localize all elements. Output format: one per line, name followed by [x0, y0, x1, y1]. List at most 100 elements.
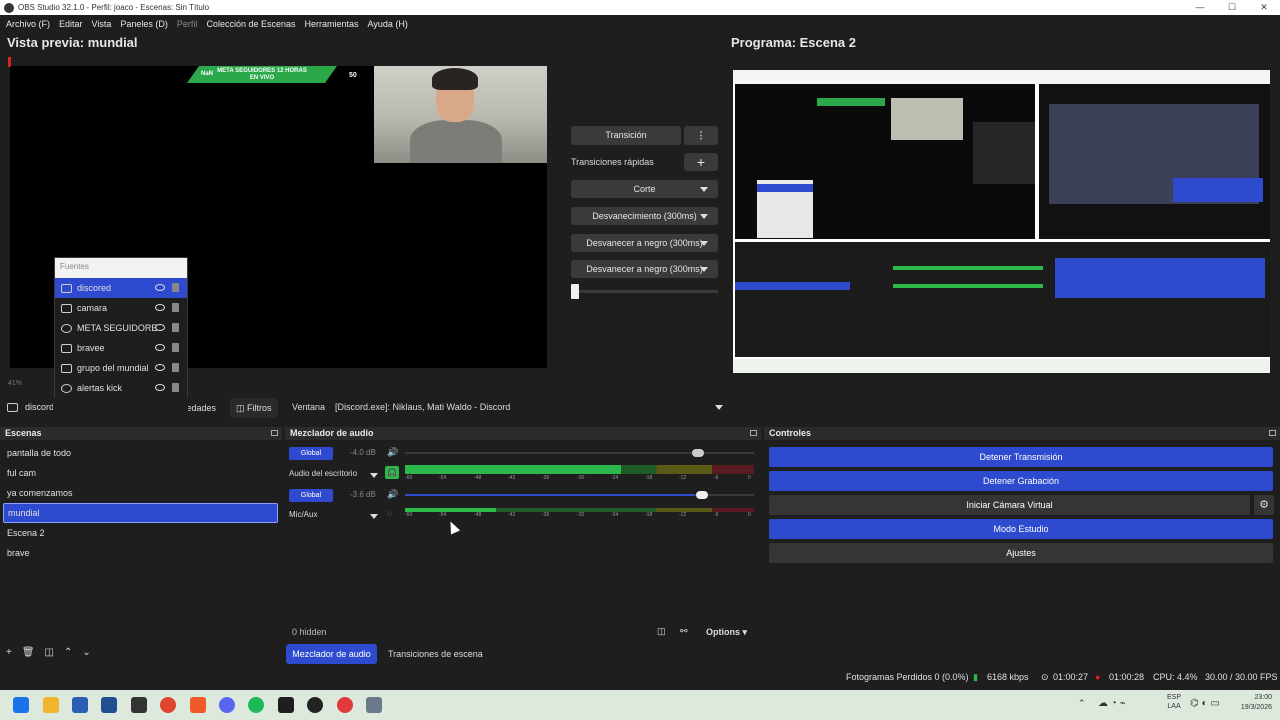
eye-icon[interactable] [155, 384, 165, 391]
quick-transition-fade-black-2[interactable]: Desvanecer a negro (300ms) [571, 260, 718, 278]
popout-icon[interactable] [271, 430, 278, 436]
tbar-handle[interactable] [571, 284, 579, 299]
tab-scene-transitions[interactable]: Transiciones de escena [388, 649, 483, 659]
eye-icon[interactable] [155, 324, 165, 331]
lock-icon[interactable] [172, 323, 179, 332]
lock-icon[interactable] [172, 283, 179, 292]
chevron-up-icon[interactable]: ⌃ [1078, 698, 1086, 709]
source-item[interactable]: grupo del mundial [55, 358, 187, 378]
eye-icon[interactable] [155, 284, 165, 291]
stop-recording-button[interactable]: Detener Grabación [769, 471, 1273, 491]
lock-icon[interactable] [172, 383, 179, 392]
speaker-icon[interactable]: 🔊 [387, 489, 398, 500]
eye-icon[interactable] [155, 304, 165, 311]
add-transition-icon[interactable]: + [684, 153, 718, 171]
stop-stream-button[interactable]: Detener Transmisión [769, 447, 1273, 467]
virtual-camera-button[interactable]: Iniciar Cámara Virtual [769, 495, 1250, 515]
studio-mode-button[interactable]: Modo Estudio [769, 519, 1273, 539]
lock-icon[interactable] [172, 363, 179, 372]
filter-icon[interactable]: ◫ [45, 647, 54, 658]
maximize-button[interactable]: ☐ [1216, 0, 1248, 15]
capcut-icon[interactable] [131, 697, 147, 713]
tab-audio-mixer[interactable]: Mezclador de audio [286, 644, 377, 664]
source-item[interactable]: camara [55, 298, 187, 318]
tbar-track[interactable] [571, 290, 718, 293]
settings-app-icon[interactable] [366, 697, 382, 713]
obs-alt-icon[interactable] [307, 697, 323, 713]
chevron-down-icon[interactable] [370, 470, 378, 480]
menu-archivo[interactable]: Archivo (F) [6, 19, 50, 29]
popout-icon[interactable] [750, 430, 757, 436]
windows-start-icon[interactable] [13, 697, 29, 713]
lock-icon[interactable] [172, 343, 179, 352]
record-icon: ● [1095, 672, 1101, 682]
chevron-down-icon[interactable] [370, 511, 378, 521]
menu-coleccion[interactable]: Colección de Escenas [206, 19, 295, 29]
menu-vista[interactable]: Vista [92, 19, 112, 29]
obs-taskbar-icon[interactable] [278, 697, 294, 713]
monitor-off-icon[interactable]: ◌ [387, 509, 392, 518]
chrome-icon[interactable] [160, 697, 176, 713]
settings-button[interactable]: Ajustes [769, 543, 1273, 563]
file-explorer-icon[interactable] [43, 697, 59, 713]
eye-icon[interactable] [155, 364, 165, 371]
quick-transition-fade[interactable]: Desvanecimiento (300ms) [571, 207, 718, 225]
source-item[interactable]: discored [55, 278, 187, 298]
channel-name: Audio del escritorio [289, 469, 358, 478]
lock-icon[interactable] [172, 303, 179, 312]
language-indicator[interactable]: ESP LAA [1167, 693, 1181, 711]
popout-icon[interactable] [1269, 430, 1276, 436]
properties-button[interactable]: Propiedades [188, 398, 216, 418]
brave-icon[interactable] [190, 697, 206, 713]
clock[interactable]: 23:00 19/3/2026 [1228, 693, 1272, 713]
menu-paneles[interactable]: Paneles (D) [120, 19, 168, 29]
scene-item[interactable]: brave [0, 543, 282, 563]
calculator-icon[interactable] [72, 697, 88, 713]
quick-transition-fade-black[interactable]: Desvanecer a negro (300ms) [571, 234, 718, 252]
menu-herramientas[interactable]: Herramientas [305, 19, 359, 29]
quick-transition-cut[interactable]: Corte [571, 180, 718, 198]
scene-item[interactable]: ya comenzamos [0, 483, 282, 503]
volume-slider-handle[interactable] [696, 491, 708, 499]
source-item[interactable]: alertas kick [55, 378, 187, 398]
transition-menu-icon[interactable]: ⋮ [684, 126, 718, 145]
menu-editar[interactable]: Editar [59, 19, 83, 29]
speaker-icon[interactable]: 🔊 [387, 447, 398, 458]
source-label: discored [77, 283, 112, 293]
scale-tick-label: -36 [542, 512, 550, 518]
scene-item[interactable]: ful cam [0, 463, 282, 483]
close-button[interactable]: ✕ [1248, 0, 1280, 15]
scene-item-selected[interactable]: mundial [3, 503, 278, 523]
layout-icon[interactable]: ◫ [657, 626, 666, 637]
filters-button[interactable]: ◫ Filtros [230, 398, 278, 418]
eye-icon[interactable] [155, 344, 165, 351]
menu-perfil[interactable]: Perfil [177, 19, 198, 29]
zoom-readout: 41% [8, 380, 23, 387]
window-select[interactable]: [Discord.exe]: Niklaus, Mati Waldo - Dis… [331, 398, 729, 417]
source-item[interactable]: bravee [55, 338, 187, 358]
trash-icon[interactable]: 🗑 [22, 647, 35, 658]
link-icon[interactable]: ⚯ [680, 626, 688, 637]
scene-item[interactable]: Escena 2 [0, 523, 282, 543]
menu-ayuda[interactable]: Ayuda (H) [368, 19, 408, 29]
source-item[interactable]: META SEGUIDORE [55, 318, 187, 338]
move-down-icon[interactable]: ⌄ [82, 647, 90, 658]
spotify-icon[interactable] [248, 697, 264, 713]
minimize-button[interactable]: — [1184, 0, 1216, 15]
add-scene-icon[interactable]: + [6, 647, 12, 658]
options-button[interactable]: Options ▾ [706, 627, 747, 638]
tray-icons[interactable]: ☁ ◔ ⌁ [1098, 698, 1126, 709]
monitor-headphone-icon[interactable]: 🎧 [385, 466, 399, 479]
discord-icon[interactable] [219, 697, 235, 713]
mixer-dock: Mezclador de audio [285, 427, 761, 666]
scale-tick-label: -30 [577, 475, 585, 481]
opera-icon[interactable] [337, 697, 353, 713]
volume-slider-handle[interactable] [692, 449, 704, 457]
gear-icon[interactable]: ⚙ [1254, 495, 1274, 515]
network-volume-icons[interactable]: ⌬ ◐ ▭ [1190, 698, 1220, 709]
photoshop-icon[interactable] [101, 697, 117, 713]
transition-button[interactable]: Transición [571, 126, 681, 145]
move-up-icon[interactable]: ⌃ [64, 647, 72, 658]
scene-item[interactable]: pantalla de todo [0, 443, 282, 463]
sources-dock: Fuentes discored camara META SEGUIDORE b… [54, 257, 188, 418]
